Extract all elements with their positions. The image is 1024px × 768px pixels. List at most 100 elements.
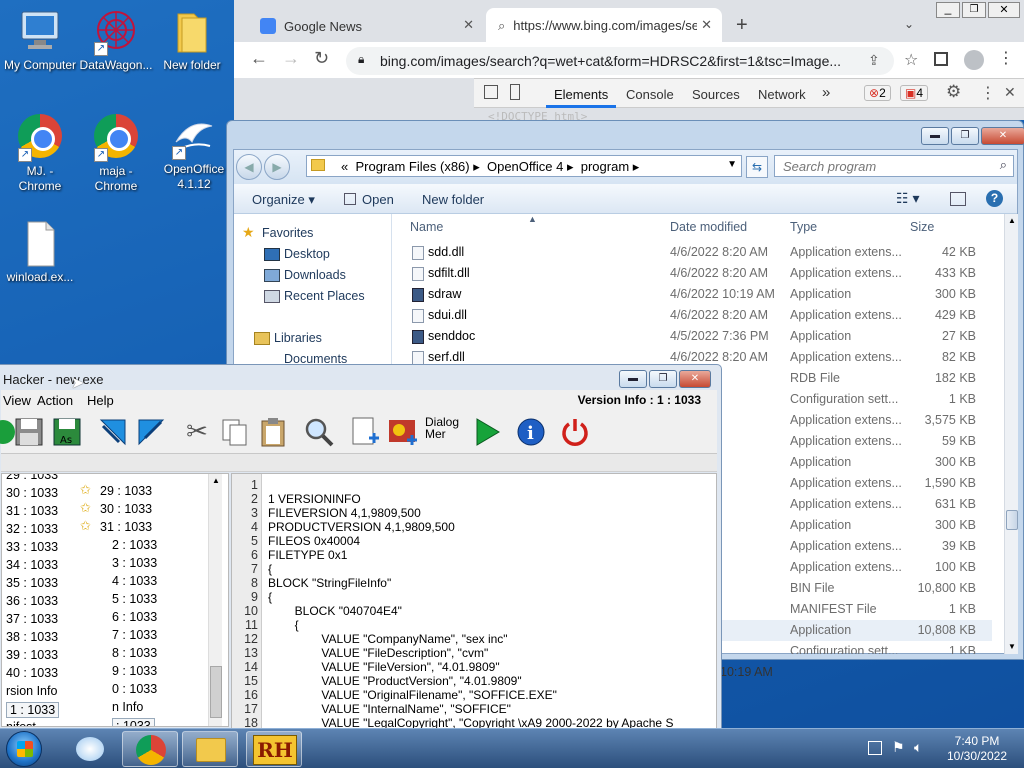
scroll-up-icon[interactable]: ▲ <box>1008 216 1016 225</box>
column-type[interactable]: Type <box>790 220 817 234</box>
script-editor[interactable]: 1 2 3 4 5 6 7 8 9 10 11 12 13 14 15 16 17 18 1 VERSIONINF… <box>231 473 717 731</box>
tree-item[interactable]: 31 : 1033 <box>6 504 58 518</box>
table-row[interactable]: sdraw 4/6/2022 10:19 AM Application 300 KB <box>392 284 992 305</box>
back-arrow-icon[interactable]: ← <box>250 48 268 69</box>
search-input[interactable]: Search program ⌕ <box>774 155 1014 177</box>
system-clock[interactable]: 7:40 PM 10/30/2022 <box>942 734 1012 764</box>
table-row[interactable]: sdd.dll 4/6/2022 8:20 AM Application exten… <box>392 242 992 263</box>
tree-scrollbar[interactable]: ▲ <box>208 474 222 726</box>
breadcrumb-overflow[interactable]: « <box>341 159 348 174</box>
device-toolbar-icon[interactable] <box>510 84 520 100</box>
tree-item[interactable]: 39 : 1033 <box>6 648 58 662</box>
breadcrumb[interactable]: « Program Files (x86) ▸ OpenOffice 4 ▸ p… <box>306 155 742 177</box>
warning-badge[interactable]: ▣4 <box>900 85 929 101</box>
nav-recent-places[interactable]: Recent Places <box>264 289 365 303</box>
taskbar-resource-hacker[interactable]: RH <box>246 731 302 767</box>
tree-item[interactable]: 9 : 1033 <box>112 664 157 678</box>
nav-libraries[interactable]: Libraries <box>254 331 322 345</box>
tab-search-chevron-icon[interactable]: ⌄ <box>904 17 914 31</box>
devtools-tab-console[interactable]: Console <box>626 87 674 102</box>
devtools-tab-network[interactable]: Network <box>758 87 806 102</box>
volume-speaker-icon[interactable]: 🔈︎ <box>914 739 922 756</box>
maximize-button[interactable]: ❐ <box>962 2 986 18</box>
tree-item[interactable]: rsion Info <box>6 684 57 698</box>
profile-avatar-icon[interactable] <box>964 50 984 70</box>
save-as-icon[interactable]: As <box>51 416 83 448</box>
close-icon[interactable]: ✕ <box>1004 84 1016 101</box>
kebab-menu-icon[interactable]: ⋮ <box>998 48 1014 68</box>
menu-help[interactable]: Help <box>87 393 114 408</box>
desktop-icon-my-computer[interactable]: My Computer <box>0 8 80 72</box>
tree-item[interactable]: 31 : 1033 <box>100 520 152 534</box>
tab-bing-images[interactable]: ⌕ https://www.bing.com/images/se ✕ <box>486 8 722 42</box>
power-exit-icon[interactable] <box>559 416 591 448</box>
desktop-icon-new-folder[interactable]: New folder <box>152 8 232 72</box>
tree-item[interactable]: 30 : 1033 <box>100 502 152 516</box>
minimize-button[interactable]: ▬ <box>921 127 949 145</box>
taskbar-chrome[interactable] <box>122 731 178 767</box>
help-icon[interactable]: ? <box>986 190 1003 207</box>
minimize-button[interactable]: _ <box>936 2 960 18</box>
nav-downloads[interactable]: Downloads <box>264 268 346 282</box>
close-icon[interactable]: ✕ <box>697 17 712 33</box>
breadcrumb-item[interactable]: program <box>581 159 629 174</box>
breadcrumb-item[interactable]: Program Files (x86) <box>355 159 469 174</box>
tree-item[interactable]: 30 : 1033 <box>6 486 58 500</box>
resource-tree[interactable]: 29 : 1033 30 : 1033 31 : 1033 32 : 1033 33 :… <box>1 473 229 727</box>
tree-item[interactable]: 33 : 1033 <box>6 540 58 554</box>
side-panel-icon[interactable] <box>934 52 948 66</box>
compile-play-icon[interactable] <box>471 416 503 448</box>
table-row[interactable]: sdui.dll 4/6/2022 8:20 AM Application exte… <box>392 305 992 326</box>
column-date-modified[interactable]: Date modified <box>670 220 747 234</box>
refresh-icon[interactable]: ⇆ <box>746 156 768 178</box>
devtools-tab-elements[interactable]: Elements <box>554 87 608 102</box>
taskbar-explorer[interactable] <box>182 731 238 767</box>
copy-icon[interactable] <box>219 416 251 448</box>
desktop-icon-winload[interactable]: winload.ex... <box>0 220 80 284</box>
maximize-button[interactable]: ❐ <box>951 127 979 145</box>
cut-scissors-icon[interactable]: ✂ <box>181 416 213 448</box>
tree-item[interactable]: : 1033 <box>112 718 155 726</box>
table-row[interactable]: senddoc 4/5/2022 7:36 PM Application 27 KB <box>392 326 992 347</box>
tree-item[interactable]: 8 : 1033 <box>112 646 157 660</box>
tree-item[interactable]: 35 : 1033 <box>6 576 58 590</box>
column-size[interactable]: Size <box>910 220 934 234</box>
desktop-icon-datawagon[interactable]: ↗ DataWagon... <box>76 8 156 72</box>
dialog-merger-icon[interactable]: Dialog Mer <box>425 416 461 448</box>
add-resource-icon[interactable] <box>349 416 381 448</box>
back-button[interactable]: ◀ <box>236 154 262 180</box>
vertical-scrollbar[interactable]: ▲ ▼ <box>1004 214 1018 654</box>
tree-item[interactable]: 32 : 1033 <box>6 522 58 536</box>
menu-action[interactable]: Action <box>37 393 73 408</box>
tree-item[interactable]: 29 : 1033 <box>6 474 58 482</box>
chevron-down-icon[interactable]: ▼ <box>727 159 737 170</box>
bookmark-star-icon[interactable]: ☆ <box>904 50 918 70</box>
inspect-element-icon[interactable] <box>484 85 498 99</box>
close-button[interactable]: ✕ <box>981 127 1024 145</box>
tree-item[interactable]: 29 : 1033 <box>100 484 152 498</box>
nav-desktop[interactable]: Desktop <box>264 247 330 261</box>
paste-clipboard-icon[interactable] <box>257 416 289 448</box>
forward-arrow-icon[interactable]: → <box>282 48 300 69</box>
save-icon[interactable] <box>13 416 45 448</box>
scrollbar-thumb[interactable] <box>1006 510 1018 530</box>
tree-item[interactable]: 6 : 1033 <box>112 610 157 624</box>
reload-icon[interactable]: ↻ <box>314 48 329 69</box>
share-icon[interactable]: ⇪ <box>868 52 880 69</box>
action-center-flag-icon[interactable]: ⚑ <box>892 739 905 756</box>
open-arrow-icon[interactable] <box>97 416 129 448</box>
breadcrumb-item[interactable]: OpenOffice 4 <box>487 159 563 174</box>
minimize-button[interactable]: ▬ <box>619 370 647 388</box>
nav-favorites[interactable]: ★ Favorites <box>242 224 313 240</box>
export-arrow-icon[interactable] <box>135 416 167 448</box>
close-icon[interactable]: ✕ <box>463 17 474 33</box>
table-row[interactable]: sdfilt.dll 4/6/2022 8:20 AM Application ex… <box>392 263 992 284</box>
tree-item[interactable]: 0 : 1033 <box>112 682 157 696</box>
tree-item[interactable]: 37 : 1033 <box>6 612 58 626</box>
tree-item[interactable]: 34 : 1033 <box>6 558 58 572</box>
tab-google-news[interactable]: Google News ✕ <box>248 8 484 42</box>
menu-view[interactable]: View <box>3 393 31 408</box>
open-button[interactable]: Open <box>344 192 394 207</box>
error-badge[interactable]: ⊗2 <box>864 85 891 101</box>
network-icon[interactable] <box>868 741 882 755</box>
